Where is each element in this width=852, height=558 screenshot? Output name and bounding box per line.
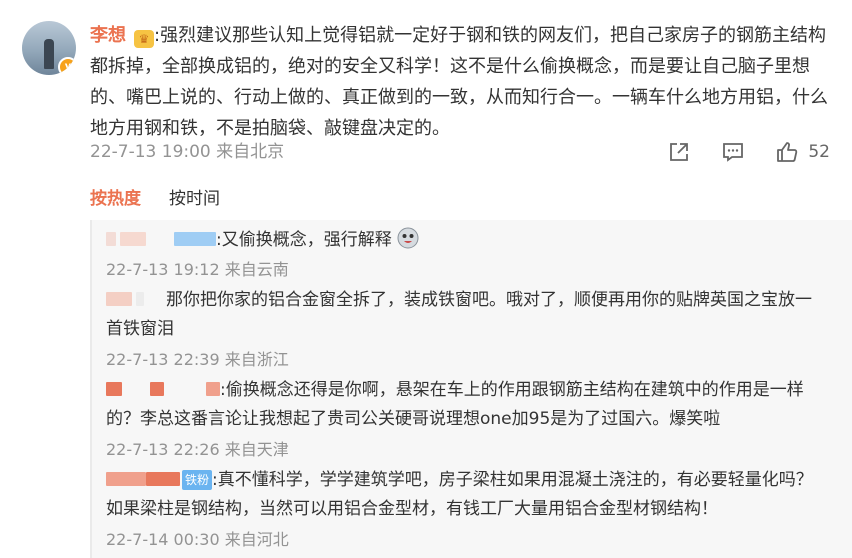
post-actions: 52 bbox=[638, 138, 830, 166]
blurred-username[interactable] bbox=[206, 382, 220, 396]
laughing-emoji-icon bbox=[397, 227, 419, 249]
blurred-username[interactable] bbox=[106, 472, 146, 486]
comment-sort-tabs: 按热度 按时间 bbox=[90, 186, 248, 212]
blurred-username[interactable] bbox=[120, 232, 146, 246]
comment-item: 那你把你家的铝合金窗全拆了，装成铁窗吧。哦对了，顺便再用你的贴牌英国之宝放一首铁… bbox=[106, 286, 826, 344]
blurred-username[interactable] bbox=[174, 232, 216, 246]
comment-text: 那你把你家的铝合金窗全拆了，装成铁窗吧。哦对了，顺便再用你的贴牌英国之宝放一首铁… bbox=[106, 290, 812, 339]
blurred-username[interactable] bbox=[136, 292, 144, 306]
post-meta: 22-7-13 19:00 来自北京 52 bbox=[90, 138, 830, 166]
comment-timestamp: 22-7-14 00:30 来自河北 bbox=[106, 530, 289, 549]
blurred-username[interactable] bbox=[146, 472, 180, 486]
blurred-username[interactable] bbox=[106, 232, 116, 246]
avatar-figure bbox=[44, 39, 54, 69]
comment-item: :又偷换概念，强行解释 bbox=[106, 226, 826, 255]
blurred-username[interactable] bbox=[106, 382, 122, 396]
comment-text: :又偷换概念，强行解释 bbox=[216, 230, 392, 250]
post-author[interactable]: 李想 bbox=[90, 25, 126, 46]
comment-text: :真不懂科学，学学建筑学吧，房子梁柱如果用混凝土浇注的，有必要轻量化吗？如果梁柱… bbox=[106, 470, 813, 519]
like-icon[interactable] bbox=[774, 139, 800, 165]
post-text: :强烈建议那些认知上觉得铝就一定好于钢和铁的网友们，把自己家房子的钢筋主结构都拆… bbox=[90, 25, 828, 139]
comment-list: :又偷换概念，强行解释 22-7-13 19:12 来自云南 那你把你家的铝合金… bbox=[90, 220, 852, 558]
post-timestamp: 22-7-13 19:00 来自北京 bbox=[90, 142, 285, 162]
comment-item: :偷换概念还得是你啊，悬架在车上的作用跟钢筋主结构在建筑中的作用是一样的？李总这… bbox=[106, 376, 826, 434]
tab-sort-time[interactable]: 按时间 bbox=[169, 189, 220, 209]
comment-timestamp: 22-7-13 22:39 来自浙江 bbox=[106, 350, 289, 369]
comment-timestamp: 22-7-13 19:12 来自云南 bbox=[106, 260, 289, 279]
blurred-username[interactable] bbox=[150, 382, 164, 396]
comment-icon[interactable] bbox=[720, 139, 746, 165]
like-count: 52 bbox=[808, 142, 830, 162]
author-avatar[interactable]: v bbox=[22, 21, 76, 75]
vip-crown-icon: ♛ bbox=[134, 30, 154, 48]
comment-timestamp: 22-7-13 22:26 来自天津 bbox=[106, 440, 289, 459]
blurred-username[interactable] bbox=[106, 292, 132, 306]
tab-sort-hot[interactable]: 按热度 bbox=[90, 189, 141, 209]
share-icon[interactable] bbox=[666, 139, 692, 165]
verified-badge-icon: v bbox=[58, 57, 76, 75]
post-body: 李想 ♛:强烈建议那些认知上觉得铝就一定好于钢和铁的网友们，把自己家房子的钢筋主结… bbox=[90, 20, 830, 144]
comment-item: 铁粉:真不懂科学，学学建筑学吧，房子梁柱如果用混凝土浇注的，有必要轻量化吗？如果… bbox=[106, 466, 826, 524]
fan-badge: 铁粉 bbox=[182, 470, 213, 490]
